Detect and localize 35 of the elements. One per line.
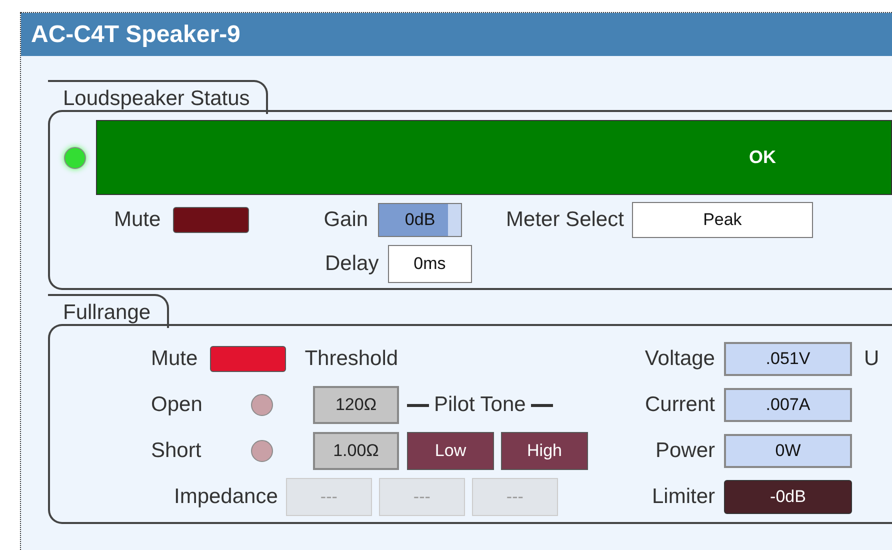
reading-label: Limiter (652, 484, 715, 510)
pilot-tone-button[interactable]: High (501, 432, 588, 470)
reading-field: .007A (724, 388, 852, 422)
gain-field[interactable]: 0dB (378, 203, 462, 237)
reading-label: Current (644, 392, 715, 418)
gain-label: Gain (324, 207, 368, 234)
delay-field[interactable]: 0ms (388, 245, 472, 283)
reading-field: -0dB (724, 480, 852, 514)
window-title: AC-C4T Speaker-9 (31, 20, 240, 50)
impedance-threshold-field: 1.00Ω (313, 432, 399, 470)
reading-field: .051V (724, 342, 852, 376)
mute-label: Mute (151, 346, 198, 372)
status-text: OK (749, 146, 776, 169)
impedance-threshold-field: 120Ω (313, 386, 399, 424)
mute-button[interactable] (210, 346, 286, 372)
mute-button[interactable] (172, 207, 249, 233)
group-title: Loudspeaker Status (63, 87, 250, 110)
mute-label: Mute (114, 207, 161, 234)
threshold-label: Threshold (304, 346, 398, 372)
delay-label: Delay (325, 251, 379, 278)
pilot-tone-button[interactable]: Low (407, 432, 494, 470)
impedance-label: Impedance (174, 484, 278, 510)
short-label: Short (151, 439, 202, 462)
reading-label: Power (655, 438, 715, 464)
reading-label: Voltage (644, 346, 715, 372)
meter-select-label: Meter Select (506, 207, 624, 234)
impedance-field: --- (472, 478, 558, 516)
open-label: Open (151, 393, 202, 416)
impedance-field: --- (286, 478, 372, 516)
reading-field: 0W (724, 434, 852, 468)
column-label: U (864, 346, 880, 372)
pilot-tone-label: Pilot Tone (434, 392, 526, 418)
group-title: Fullrange (63, 301, 151, 324)
impedance-field: --- (378, 478, 465, 516)
meter-select-field[interactable]: Peak (632, 202, 813, 238)
